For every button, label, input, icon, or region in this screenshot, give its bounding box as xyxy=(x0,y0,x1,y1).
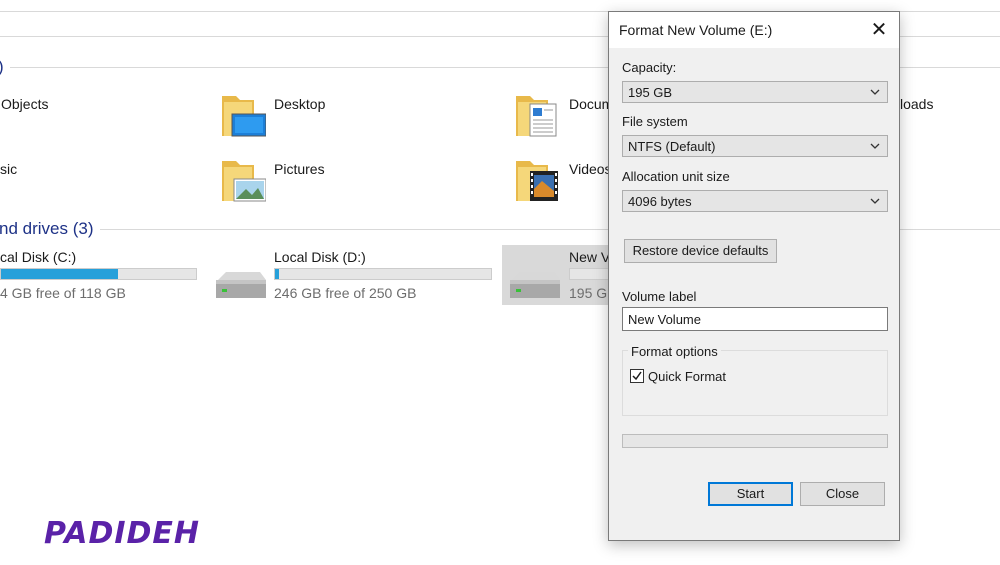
folder-label-music[interactable]: sic xyxy=(0,161,17,177)
chevron-down-icon xyxy=(870,89,880,95)
allocation-select[interactable]: 4096 bytes xyxy=(622,190,888,212)
drive-usage-fill-c xyxy=(1,269,118,279)
format-options-title: Format options xyxy=(628,344,721,359)
filesystem-select[interactable]: NTFS (Default) xyxy=(622,135,888,157)
folders-group-header[interactable]: ) xyxy=(0,57,4,77)
drives-group-header[interactable]: nd drives (3) xyxy=(0,219,93,239)
dialog-title: Format New Volume (E:) xyxy=(619,22,773,38)
drive-usage-bar-e xyxy=(569,268,609,280)
drive-free-c: 4 GB free of 118 GB xyxy=(0,285,126,301)
restore-defaults-button[interactable]: Restore device defaults xyxy=(624,239,777,263)
drive-label-e[interactable]: New V xyxy=(569,249,610,265)
folder-label-videos[interactable]: Videos xyxy=(569,161,612,177)
dialog-titlebar[interactable]: Format New Volume (E:) ✕ xyxy=(609,12,899,48)
desktop-folder-icon[interactable] xyxy=(222,90,266,140)
quick-format-label[interactable]: Quick Format xyxy=(648,369,726,384)
filesystem-label: File system xyxy=(622,114,688,129)
drive-free-d: 246 GB free of 250 GB xyxy=(274,285,417,301)
watermark-logo: PADIDEH xyxy=(44,516,201,551)
quick-format-checkbox[interactable] xyxy=(630,369,644,383)
allocation-label: Allocation unit size xyxy=(622,169,730,184)
capacity-select[interactable]: 195 GB xyxy=(622,81,888,103)
folder-label-documents[interactable]: Docum xyxy=(569,96,613,112)
volume-label-label: Volume label xyxy=(622,289,697,304)
folder-label-downloads[interactable]: loads xyxy=(900,96,933,112)
volume-label-value: New Volume xyxy=(628,312,701,327)
allocation-value: 4096 bytes xyxy=(628,194,692,209)
format-dialog: Format New Volume (E:) ✕ Capacity: 195 G… xyxy=(608,11,900,541)
drive-usage-bar-d xyxy=(274,268,492,280)
folder-label-desktop[interactable]: Desktop xyxy=(274,96,325,112)
capacity-value: 195 GB xyxy=(628,85,673,100)
folder-label-3d-objects[interactable]: Objects xyxy=(1,96,48,112)
chevron-down-icon xyxy=(870,198,880,204)
close-icon[interactable]: ✕ xyxy=(867,18,891,42)
drive-usage-fill-d xyxy=(275,269,280,279)
volume-label-input[interactable]: New Volume xyxy=(622,307,888,331)
start-button[interactable]: Start xyxy=(708,482,793,506)
hard-drive-icon[interactable] xyxy=(214,270,268,302)
capacity-label: Capacity: xyxy=(622,60,677,75)
videos-folder-icon[interactable] xyxy=(516,155,560,205)
drive-label-d[interactable]: Local Disk (D:) xyxy=(274,249,366,265)
close-button[interactable]: Close xyxy=(800,482,885,506)
filesystem-value: NTFS (Default) xyxy=(628,139,716,154)
format-progress-bar xyxy=(622,434,888,448)
documents-folder-icon[interactable] xyxy=(516,90,560,140)
checkmark-icon xyxy=(632,371,642,381)
drive-usage-bar-c xyxy=(0,268,197,280)
hard-drive-icon[interactable] xyxy=(508,270,562,302)
chevron-down-icon xyxy=(870,143,880,149)
pictures-folder-icon[interactable] xyxy=(222,155,266,205)
drive-label-c[interactable]: cal Disk (C:) xyxy=(0,249,76,265)
folder-label-pictures[interactable]: Pictures xyxy=(274,161,325,177)
